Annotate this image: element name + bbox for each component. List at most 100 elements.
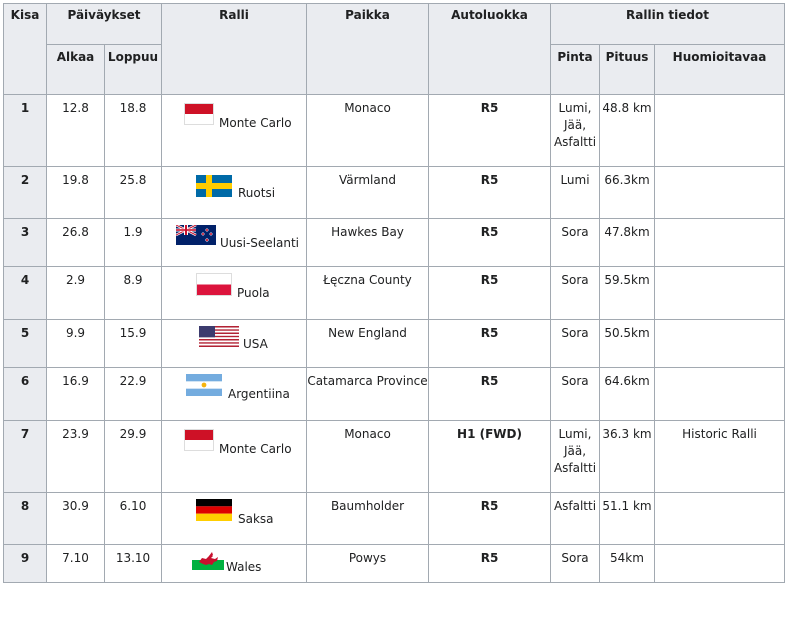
rally-cell: USA (161, 319, 307, 368)
table-row: 5 9.9 15.9 USA New England R5 Sora 50.5km (3, 319, 785, 368)
race-number: 1 (3, 94, 47, 167)
table-row: 4 2.9 8.9 Puola Łęczna County R5 Sora 59.5km (3, 266, 785, 320)
location: Powys (306, 544, 429, 583)
notes (653, 544, 785, 583)
end-date: 6.10 (104, 492, 162, 545)
poland-flag (196, 273, 232, 296)
rally-cell: Argentiina (161, 367, 307, 421)
car-class: R5 (428, 94, 551, 167)
surface: Sora (550, 266, 600, 320)
location: Monaco (306, 94, 429, 167)
surface-line: Asfaltti (553, 461, 597, 475)
location: Łęczna County (306, 266, 429, 320)
start-date: 30.9 (46, 492, 105, 545)
header-pituus: Pituus (599, 44, 655, 95)
race-number: 6 (3, 367, 47, 421)
header-loppuu: Loppuu (104, 44, 162, 95)
rally-name[interactable]: Argentiina (228, 386, 290, 403)
rally-name[interactable]: Monte Carlo (219, 441, 292, 458)
header-huomioitavaa: Huomioitavaa (653, 44, 785, 95)
start-date: 26.8 (46, 218, 105, 267)
length: 66.3km (599, 166, 655, 219)
car-class: R5 (428, 367, 551, 421)
surface-line: Jää, (563, 118, 587, 132)
location: New England (306, 319, 429, 368)
surface-line: Sora (561, 225, 589, 239)
surface-line: Asfaltti (553, 499, 597, 513)
race-number: 2 (3, 166, 47, 219)
table-row: 6 16.9 22.9 Argentiina Catamarca Province R5 S… (3, 367, 785, 421)
race-number: 4 (3, 266, 47, 320)
end-date: 13.10 (104, 544, 162, 583)
length: 54km (599, 544, 655, 583)
notes: Historic Ralli (653, 420, 785, 493)
surface: Sora (550, 218, 600, 267)
rally-cell: Ruotsi (161, 166, 307, 219)
location: Värmland (306, 166, 429, 219)
surface: Lumi, Jää, Asfaltti (550, 94, 600, 167)
rally-name[interactable]: Uusi-Seelanti (220, 235, 299, 252)
notes (653, 266, 785, 320)
monaco-flag (184, 429, 214, 451)
sweden-flag (196, 175, 232, 197)
table-row: 9 7.10 13.10 Wales Powys R5 Sora 54km (3, 544, 785, 583)
header-paivaykset: Päiväykset (46, 3, 162, 45)
surface: Sora (550, 367, 600, 421)
start-date: 2.9 (46, 266, 105, 320)
germany-flag (196, 499, 232, 521)
header-autoluokka: Autoluokka (428, 3, 551, 95)
table-row: 2 19.8 25.8 Ruotsi Värmland R5 Lumi 66.3km (3, 166, 785, 219)
length: 47.8km (599, 218, 655, 267)
surface: Lumi, Jää, Asfaltti (550, 420, 600, 493)
header-rallin-tiedot: Rallin tiedot (549, 3, 785, 45)
length: 64.6km (599, 367, 655, 421)
surface-line: Jää, (563, 444, 587, 458)
start-date: 9.9 (46, 319, 105, 368)
rally-name[interactable]: Monte Carlo (219, 115, 292, 132)
start-date: 23.9 (46, 420, 105, 493)
notes (653, 166, 785, 219)
new-zealand-flag (176, 225, 216, 245)
end-date: 15.9 (104, 319, 162, 368)
rally-name[interactable]: USA (243, 336, 268, 353)
start-date: 16.9 (46, 367, 105, 421)
header-kisa: Kisa (3, 3, 47, 95)
location: Hawkes Bay (306, 218, 429, 267)
wales-flag (192, 550, 224, 570)
surface: Sora (550, 319, 600, 368)
table-row: 1 12.8 18.8 Monte Carlo Monaco R5 Lumi, Jää, Asf… (3, 94, 785, 167)
car-class: R5 (428, 166, 551, 219)
start-date: 19.8 (46, 166, 105, 219)
notes (653, 319, 785, 368)
rally-cell: Wales (161, 544, 307, 583)
car-class: R5 (428, 319, 551, 368)
table-row: 8 30.9 6.10 Saksa Baumholder R5 Asfaltti 51.1 k… (3, 492, 785, 545)
notes (653, 218, 785, 267)
rally-cell: Puola (161, 266, 307, 320)
surface-line: Sora (561, 374, 589, 388)
rally-name[interactable]: Ruotsi (238, 185, 275, 202)
location: Catamarca Province (306, 367, 429, 421)
race-number: 9 (3, 544, 47, 583)
race-number: 8 (3, 492, 47, 545)
surface-line: Lumi, (558, 427, 592, 441)
car-class: R5 (428, 218, 551, 267)
race-number: 5 (3, 319, 47, 368)
header-pinta: Pinta (550, 44, 600, 95)
monaco-flag (184, 103, 214, 125)
surface: Asfaltti (550, 492, 600, 545)
surface: Sora (550, 544, 600, 583)
length: 59.5km (599, 266, 655, 320)
rally-name[interactable]: Wales (226, 559, 261, 576)
table-row: 7 23.9 29.9 Monte Carlo Monaco H1 (FWD) Lumi, J… (3, 420, 785, 493)
surface-line: Lumi (560, 173, 590, 187)
rally-cell: Saksa (161, 492, 307, 545)
car-class: R5 (428, 492, 551, 545)
rally-calendar-table: Kisa Päiväykset Ralli Paikka Autoluokka … (3, 3, 785, 583)
rally-name[interactable]: Saksa (238, 511, 274, 528)
length: 51.1 km (599, 492, 655, 545)
rally-name[interactable]: Puola (237, 285, 270, 302)
header-alkaa: Alkaa (46, 44, 105, 95)
notes (653, 367, 785, 421)
notes (653, 492, 785, 545)
